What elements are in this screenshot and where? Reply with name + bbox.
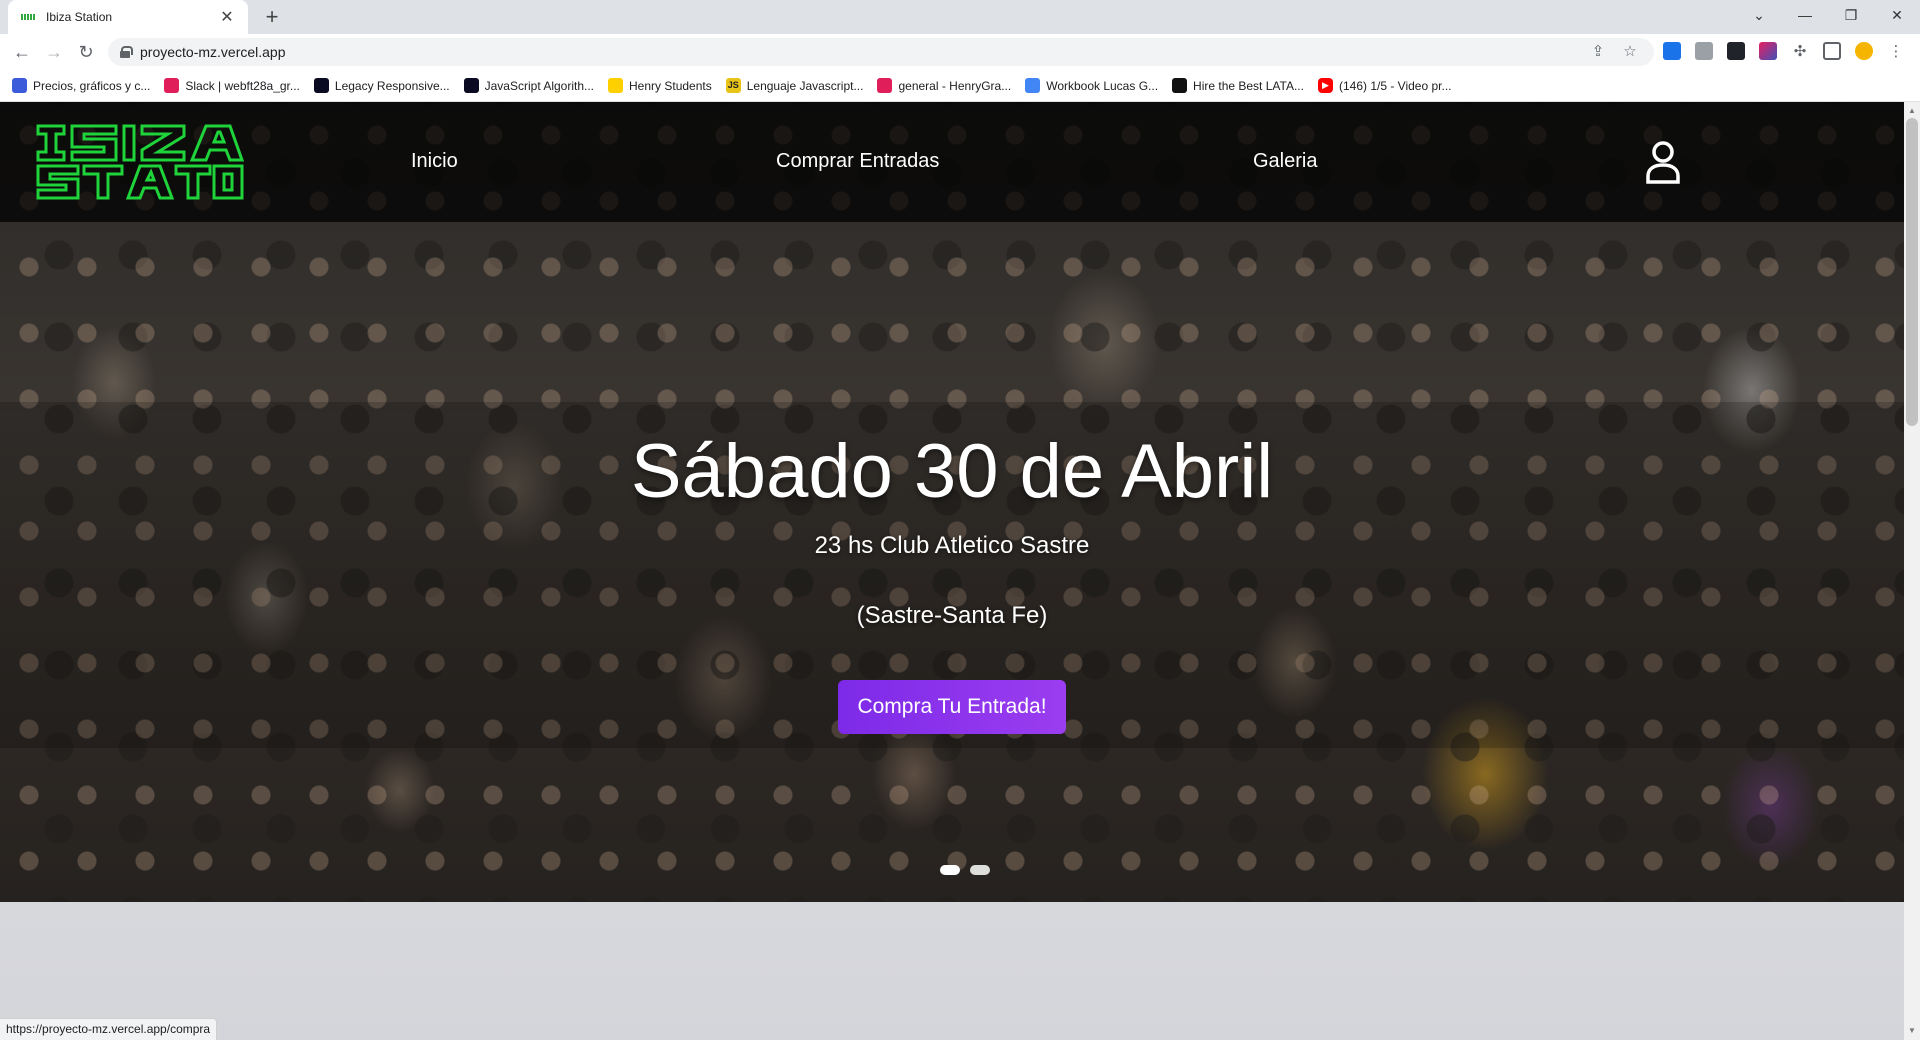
buy-ticket-button[interactable]: Compra Tu Entrada! — [838, 680, 1066, 734]
carousel-indicator-2[interactable] — [970, 865, 990, 875]
nav-link-comprar-entradas[interactable]: Comprar Entradas — [776, 150, 939, 173]
nav-link-galeria[interactable]: Galeria — [1253, 150, 1317, 173]
tab-title: Ibiza Station — [46, 10, 113, 24]
bookmark-label: Precios, gráficos y c... — [33, 78, 151, 93]
bitwarden-extension-icon[interactable] — [1663, 42, 1681, 60]
forward-button[interactable]: → — [42, 40, 66, 64]
side-panel-icon[interactable] — [1823, 42, 1841, 60]
bookmark-label: JavaScript Algorith... — [484, 78, 595, 93]
nav-link-inicio[interactable]: Inicio — [411, 150, 458, 173]
lock-icon[interactable] — [120, 46, 133, 58]
bookmark-label: Henry Students — [629, 78, 712, 93]
react-devtools-icon[interactable] — [1727, 42, 1745, 60]
bookmarks-bar: Precios, gráficos y c... Slack | webft28… — [0, 70, 1920, 102]
bookmark-label: Slack | webft28a_gr... — [185, 78, 300, 93]
fcc-icon — [313, 78, 329, 93]
slack-icon — [877, 78, 893, 93]
page-viewport: Sábado 30 de Abril 23 hs Club Atletico S… — [0, 102, 1904, 1040]
back-button[interactable]: ← — [10, 40, 34, 64]
bookmark-label: Lenguaje Javascript... — [746, 78, 864, 93]
close-tab-icon[interactable]: ✕ — [218, 7, 236, 27]
link-status-bar: https://proyecto-mz.vercel.app/compra — [0, 1018, 218, 1040]
share-icon[interactable]: ⇪ — [1588, 42, 1608, 62]
extension-icon[interactable] — [1695, 42, 1713, 60]
bookmark-label: Hire the Best LATA... — [1193, 78, 1304, 93]
bookmark-label: general - HenryGra... — [898, 78, 1012, 93]
url-text[interactable]: proyecto-mz.vercel.app — [140, 44, 286, 60]
slack-icon — [164, 78, 180, 93]
carousel-indicator-1[interactable] — [940, 865, 960, 875]
extension-color-icon[interactable] — [1759, 42, 1777, 60]
coin-icon — [12, 78, 27, 93]
close-window-button[interactable]: ✕ — [1874, 0, 1920, 30]
bookmark-item[interactable]: general - HenryGra... — [877, 78, 1011, 93]
bookmark-item[interactable]: Workbook Lucas G... — [1025, 78, 1158, 93]
site-navbar: Inicio Comprar Entradas Galeria — [0, 102, 1904, 222]
new-tab-button[interactable]: + — [258, 4, 286, 30]
bookmark-label: Legacy Responsive... — [334, 78, 450, 93]
henry-icon — [608, 78, 624, 93]
henry-icon — [1172, 78, 1188, 93]
hero-carousel: Sábado 30 de Abril 23 hs Club Atletico S… — [0, 102, 1904, 902]
tab-search-icon[interactable]: ⌄ — [1736, 0, 1782, 30]
bookmark-item[interactable]: JS Lenguaje Javascript... — [725, 78, 864, 93]
bookmark-item[interactable]: Precios, gráficos y c... — [12, 78, 150, 93]
scrollbar-thumb[interactable] — [1906, 118, 1918, 426]
browser-tabstrip: Ibiza Station ✕ + ⌄ — ❐ ✕ — [0, 0, 1920, 34]
bookmark-item[interactable]: JavaScript Algorith... — [463, 78, 595, 93]
docs-icon — [1025, 78, 1041, 93]
event-venue-text: 23 hs Club Atletico Sastre — [814, 532, 1090, 559]
event-location-text: (Sastre-Santa Fe) — [856, 602, 1048, 629]
ibiza-station-logo-icon[interactable] — [34, 122, 246, 202]
bookmark-item[interactable]: Hire the Best LATA... — [1172, 78, 1304, 93]
fcc-icon — [463, 78, 479, 93]
restore-button[interactable]: ❐ — [1828, 0, 1874, 30]
scroll-up-arrow-icon[interactable]: ▲ — [1904, 104, 1920, 118]
bookmark-item[interactable]: Legacy Responsive... — [313, 78, 450, 93]
scroll-down-arrow-icon[interactable]: ▼ — [1904, 1024, 1920, 1038]
menu-kebab-icon[interactable]: ⋮ — [1886, 42, 1906, 62]
reload-button[interactable]: ↻ — [74, 40, 98, 64]
browser-toolbar: ← → ↻ proyecto-mz.vercel.app ⇪ ☆ ✣ ⋮ — [0, 34, 1920, 70]
minimize-button[interactable]: — — [1782, 0, 1828, 30]
browser-tab[interactable]: Ibiza Station ✕ — [8, 0, 248, 34]
event-date-title: Sábado 30 de Abril — [630, 429, 1274, 514]
profile-avatar-icon[interactable] — [1855, 42, 1873, 60]
bookmark-item[interactable]: Slack | webft28a_gr... — [164, 78, 300, 93]
bookmark-item[interactable]: Henry Students — [608, 78, 712, 93]
site-favicon-icon — [20, 9, 36, 25]
js-icon: JS — [725, 78, 741, 93]
bookmark-label: Workbook Lucas G... — [1046, 78, 1159, 93]
bookmark-label: (146) 1/5 - Video pr... — [1338, 78, 1452, 93]
puzzle-icon[interactable]: ✣ — [1790, 42, 1810, 62]
bookmark-star-icon[interactable]: ☆ — [1620, 42, 1640, 62]
bookmark-item[interactable]: ▶ (146) 1/5 - Video pr... — [1317, 78, 1452, 93]
user-account-icon[interactable] — [1645, 140, 1681, 184]
address-bar[interactable]: proyecto-mz.vercel.app ⇪ ☆ — [108, 38, 1654, 66]
youtube-icon: ▶ — [1317, 78, 1333, 93]
